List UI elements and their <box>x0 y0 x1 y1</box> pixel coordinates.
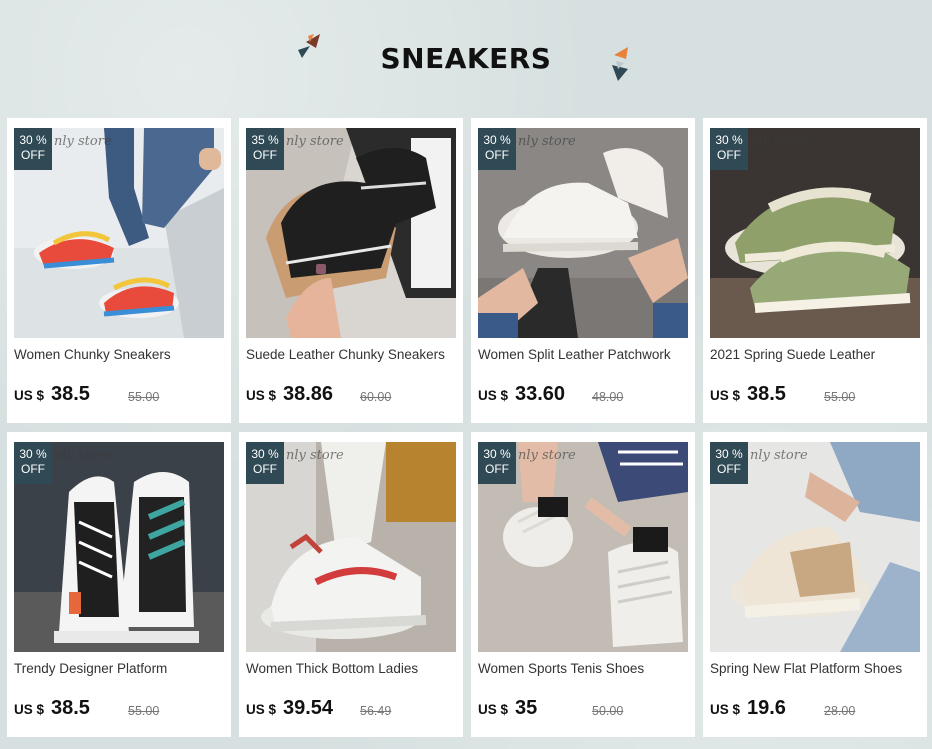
discount-percent: 35 % <box>251 133 279 147</box>
store-watermark: nly store <box>518 134 576 149</box>
product-card[interactable]: 30 % OFF nly store Women Thick Bottom La… <box>239 432 463 737</box>
page-title: SNEAKERS <box>380 42 552 75</box>
store-watermark: nly store <box>750 448 808 463</box>
product-card[interactable]: 35 % OFF nly store Suede Leather Chunky … <box>239 118 463 423</box>
currency-label: US $ <box>478 702 509 717</box>
price-row: US $ 38.86 60.00 <box>246 383 460 408</box>
discount-badge: 30 % OFF <box>14 442 52 484</box>
currency-label: US $ <box>14 702 45 717</box>
discount-badge: 30 % OFF <box>710 128 748 170</box>
discount-off-label: OFF <box>253 148 277 162</box>
original-price: 28.00 <box>824 704 856 718</box>
sale-price: 33.60 <box>515 383 566 405</box>
store-watermark: nly store <box>286 448 344 463</box>
original-price: 55.00 <box>128 390 160 404</box>
original-price: 55.00 <box>824 390 856 404</box>
store-watermark: nly store <box>54 448 112 463</box>
product-card[interactable]: 30 % OFF nly store Women Chunky Sneakers… <box>7 118 231 423</box>
product-card[interactable]: 30 % OFF nly store 2021 Spring Suede Lea… <box>703 118 927 423</box>
discount-badge: 35 % OFF <box>246 128 284 170</box>
currency-label: US $ <box>478 388 509 403</box>
discount-badge: 30 % OFF <box>246 442 284 484</box>
product-name[interactable]: Women Thick Bottom Ladies <box>246 661 460 676</box>
sale-price: 38.5 <box>747 383 786 405</box>
sale-price: 38.5 <box>51 383 90 405</box>
discount-off-label: OFF <box>21 148 45 162</box>
discount-percent: 30 % <box>483 133 511 147</box>
page: SNEAKERS 30 % OFF nly store Women Chunky… <box>0 0 932 749</box>
product-image[interactable]: 30 % OFF nly store <box>14 128 224 338</box>
original-price: 55.00 <box>128 704 160 718</box>
product-image[interactable]: 30 % OFF nly store <box>710 128 920 338</box>
product-name[interactable]: 2021 Spring Suede Leather <box>710 347 924 362</box>
product-image[interactable]: 30 % OFF nly store <box>14 442 224 652</box>
product-card[interactable]: 30 % OFF nly store Trendy Designer Platf… <box>7 432 231 737</box>
discount-off-label: OFF <box>485 462 509 476</box>
sale-price: 19.6 <box>747 697 786 719</box>
discount-off-label: OFF <box>21 462 45 476</box>
discount-off-label: OFF <box>717 148 741 162</box>
price-row: US $ 38.5 55.00 <box>14 383 228 408</box>
discount-badge: 30 % OFF <box>710 442 748 484</box>
price-row: US $ 35 50.00 <box>478 697 692 722</box>
sale-price: 38.86 <box>283 383 334 405</box>
product-image[interactable]: 35 % OFF nly store <box>246 128 456 338</box>
sale-price: 39.54 <box>283 697 334 719</box>
discount-percent: 30 % <box>715 133 743 147</box>
product-image[interactable]: 30 % OFF nly store <box>478 442 688 652</box>
original-price: 56.49 <box>360 704 392 718</box>
original-price: 48.00 <box>592 390 624 404</box>
sale-price: 38.5 <box>51 697 90 719</box>
product-image[interactable]: 30 % OFF nly store <box>710 442 920 652</box>
product-name[interactable]: Trendy Designer Platform <box>14 661 228 676</box>
discount-percent: 30 % <box>715 447 743 461</box>
product-card[interactable]: 30 % OFF nly store Women Split Leather P… <box>471 118 695 423</box>
product-image[interactable]: 30 % OFF nly store <box>246 442 456 652</box>
triangle-decoration-icon <box>612 47 628 81</box>
discount-badge: 30 % OFF <box>14 128 52 170</box>
price-row: US $ 39.54 56.49 <box>246 697 460 722</box>
product-name[interactable]: Women Chunky Sneakers <box>14 347 228 362</box>
sale-price: 35 <box>515 697 538 719</box>
product-name[interactable]: Suede Leather Chunky Sneakers <box>246 347 460 362</box>
original-price: 50.00 <box>592 704 624 718</box>
discount-badge: 30 % OFF <box>478 442 516 484</box>
discount-percent: 30 % <box>251 447 279 461</box>
discount-off-label: OFF <box>253 462 277 476</box>
discount-percent: 30 % <box>19 133 47 147</box>
product-name[interactable]: Spring New Flat Platform Shoes <box>710 661 924 676</box>
product-image[interactable]: 30 % OFF nly store <box>478 128 688 338</box>
price-row: US $ 38.5 55.00 <box>710 383 924 408</box>
product-card[interactable]: 30 % OFF nly store Spring New Flat Platf… <box>703 432 927 737</box>
header: SNEAKERS <box>0 0 932 118</box>
discount-off-label: OFF <box>717 462 741 476</box>
price-row: US $ 19.6 28.00 <box>710 697 924 722</box>
store-watermark: nly store <box>750 134 808 149</box>
store-watermark: nly store <box>286 134 344 149</box>
product-card[interactable]: 30 % OFF nly store Women Sports Tenis Sh… <box>471 432 695 737</box>
currency-label: US $ <box>710 388 741 403</box>
price-row: US $ 38.5 55.00 <box>14 697 228 722</box>
product-name[interactable]: Women Sports Tenis Shoes <box>478 661 692 676</box>
store-watermark: nly store <box>54 134 112 149</box>
discount-percent: 30 % <box>19 447 47 461</box>
currency-label: US $ <box>710 702 741 717</box>
product-name[interactable]: Women Split Leather Patchwork <box>478 347 692 362</box>
original-price: 60.00 <box>360 390 392 404</box>
discount-badge: 30 % OFF <box>478 128 516 170</box>
currency-label: US $ <box>246 702 277 717</box>
price-row: US $ 33.60 48.00 <box>478 383 692 408</box>
currency-label: US $ <box>14 388 45 403</box>
discount-off-label: OFF <box>485 148 509 162</box>
discount-percent: 30 % <box>483 447 511 461</box>
store-watermark: nly store <box>518 448 576 463</box>
currency-label: US $ <box>246 388 277 403</box>
